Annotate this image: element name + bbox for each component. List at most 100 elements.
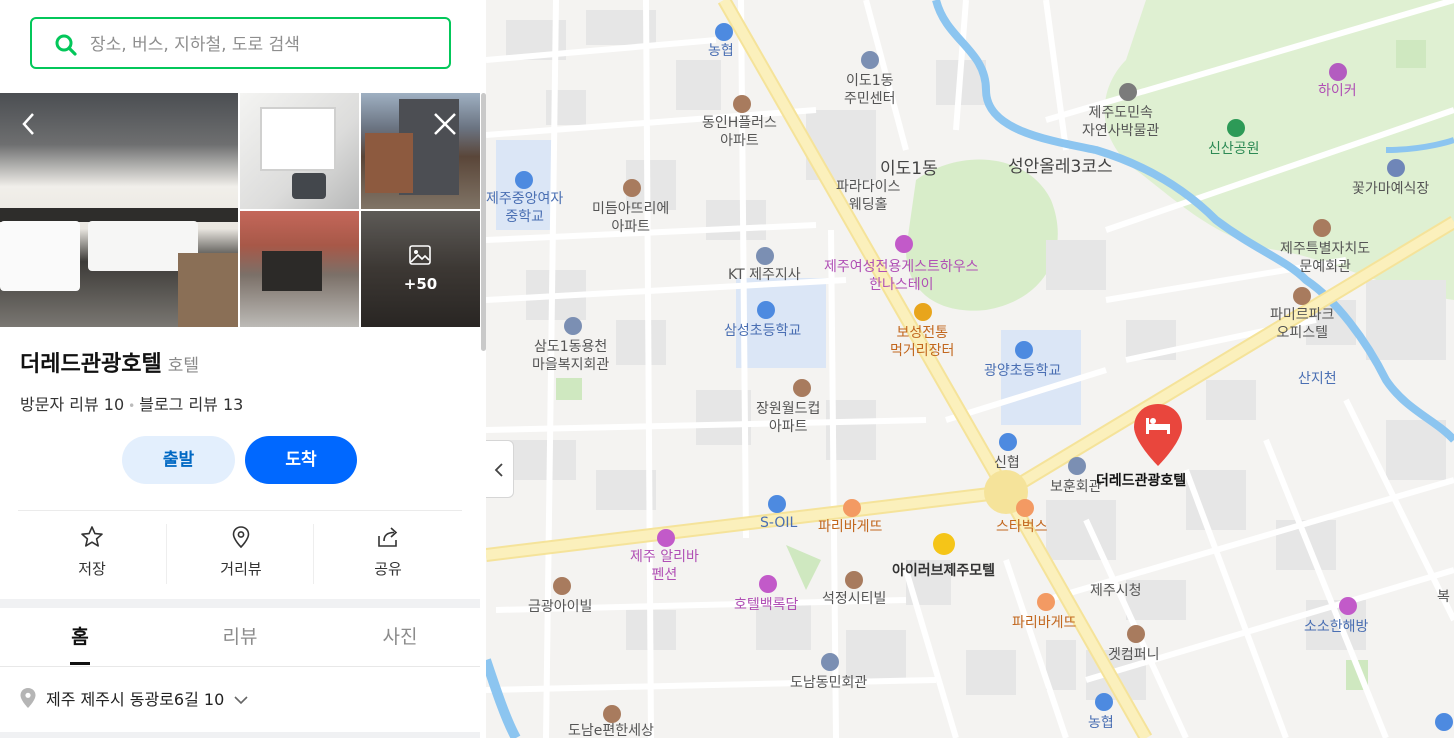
map-view[interactable]: 농협 이도1동 주민센터 제주도민속 자연사박물관 하이커 동인H플러스 아파트 신산… bbox=[486, 0, 1454, 738]
map-label-line: 중학교 bbox=[505, 209, 544, 225]
map-label-line: 아파트 bbox=[720, 133, 759, 149]
map-label[interactable]: 성안올레3코스 bbox=[1008, 158, 1113, 176]
map-label[interactable]: 보훈회관 bbox=[1050, 478, 1102, 496]
location-pin-icon bbox=[232, 526, 250, 549]
map-label-line: 보성전통 bbox=[896, 325, 948, 341]
photo-gallery: +50 bbox=[0, 93, 480, 327]
map-label[interactable]: 제주 알리바 펜션 bbox=[630, 548, 699, 584]
location-pin-icon bbox=[20, 688, 36, 708]
arrive-button[interactable]: 도착 bbox=[245, 436, 357, 484]
map-label[interactable]: 파리바게뜨 bbox=[1012, 614, 1076, 632]
image-icon bbox=[409, 245, 431, 265]
map-label[interactable]: 동인H플러스 아파트 bbox=[702, 114, 777, 150]
map-label[interactable]: 장원월드컵아파트 bbox=[756, 400, 820, 436]
map-label[interactable]: 제주시청 bbox=[1090, 582, 1142, 600]
map-label-line: 제주중앙여자 bbox=[486, 191, 564, 207]
map-label[interactable]: 호텔백록담 bbox=[734, 596, 798, 614]
map-label-line: 오피스텔 bbox=[1276, 325, 1328, 341]
more-photos-count: +50 bbox=[403, 275, 438, 293]
photo-room-window[interactable] bbox=[240, 93, 359, 209]
map-label[interactable]: 스타벅스 bbox=[996, 518, 1048, 536]
map-label[interactable]: 제주도민속 자연사박물관 bbox=[1082, 104, 1159, 140]
map-label[interactable]: 겟컴퍼니 bbox=[1108, 646, 1160, 664]
map-label[interactable]: 이도1동 bbox=[880, 160, 938, 178]
photo-entrance[interactable] bbox=[240, 211, 359, 327]
share-button[interactable]: 공유 bbox=[313, 524, 462, 584]
map-label-line: 파라다이스 bbox=[836, 179, 901, 195]
place-title: 더레드관광호텔 호텔 bbox=[20, 346, 199, 378]
divider bbox=[0, 666, 480, 667]
tab-review[interactable]: 리뷰 bbox=[166, 622, 314, 649]
street-view-label: 거리뷰 bbox=[220, 560, 262, 578]
map-label-line: 아파트 bbox=[611, 219, 650, 235]
map-label-line: 장원월드컵 bbox=[756, 401, 821, 417]
place-category: 호텔 bbox=[167, 356, 199, 376]
map-label-line: 문예회관 bbox=[1299, 259, 1351, 275]
map-label[interactable]: 도남e편한세상 bbox=[568, 722, 654, 738]
map-label[interactable]: 신협 bbox=[994, 454, 1020, 472]
depart-button[interactable]: 출발 bbox=[122, 436, 235, 484]
panel-collapse-button[interactable] bbox=[486, 440, 514, 498]
map-label[interactable]: 미듬아뜨리에 아파트 bbox=[592, 200, 669, 236]
place-panel: +50 더레드관광호텔호텔 방문자 리뷰 10•블로그 리뷰 13 출발 도착 … bbox=[0, 0, 487, 738]
close-icon[interactable] bbox=[430, 109, 460, 139]
blog-review-link[interactable]: 블로그 리뷰 13 bbox=[139, 395, 243, 414]
map-label[interactable]: 파리바게뜨 bbox=[818, 518, 882, 536]
search-input[interactable] bbox=[88, 29, 432, 61]
tab-home[interactable]: 홈 bbox=[6, 622, 154, 649]
hotel-map-label[interactable]: 더레드관광호텔 bbox=[1096, 472, 1186, 490]
map-label[interactable]: 이도1동주민센터 bbox=[844, 72, 896, 108]
address-row[interactable]: 제주 제주시 동광로6길 10 bbox=[20, 686, 248, 710]
map-label[interactable]: 보성전통먹거리장터 bbox=[890, 324, 954, 360]
map-label[interactable]: 삼성초등학교 bbox=[724, 322, 801, 340]
map-label-line: 자연사박물관 bbox=[1082, 123, 1160, 139]
map-label[interactable]: 농협 bbox=[708, 42, 734, 60]
map-label[interactable]: 파미르파크오피스텔 bbox=[1270, 306, 1334, 342]
map-label[interactable]: KT 제주지사 bbox=[728, 266, 801, 284]
map-label[interactable]: S-OIL bbox=[760, 514, 797, 532]
map-label[interactable]: 산지천 bbox=[1298, 370, 1337, 388]
review-summary: 방문자 리뷰 10 • 블로그 리뷰 13 bbox=[20, 391, 243, 415]
search-box[interactable] bbox=[30, 17, 451, 69]
section-gap bbox=[0, 599, 480, 608]
hotel-marker-icon[interactable] bbox=[1131, 402, 1185, 468]
divider bbox=[18, 510, 462, 511]
section-gap bbox=[0, 732, 480, 738]
map-label[interactable]: 소소한해방 bbox=[1304, 618, 1368, 636]
map-label-line: 제주 알리바 bbox=[630, 549, 699, 565]
map-label[interactable]: 금광아이빌 bbox=[528, 598, 592, 616]
photo-building[interactable] bbox=[361, 93, 480, 209]
map-label[interactable]: 석정시티빌 bbox=[822, 590, 886, 608]
map-label[interactable]: 아이러브제주모텔 bbox=[892, 562, 995, 580]
map-label[interactable]: 파라다이스 웨딩홀 bbox=[836, 178, 900, 214]
visitor-review-link[interactable]: 방문자 리뷰 10 bbox=[20, 395, 124, 414]
share-label: 공유 bbox=[374, 560, 402, 578]
map-label[interactable]: 삼도1동용천 마을복지회관 bbox=[532, 338, 609, 374]
map-label[interactable]: 제주여성전용게스트하우스 한나스테이 bbox=[824, 258, 979, 294]
active-tab-indicator bbox=[70, 662, 90, 665]
map-label[interactable]: 도남동민회관 bbox=[790, 674, 867, 692]
photo-more[interactable]: +50 bbox=[361, 211, 480, 327]
map-label-line: 제주특별자치도 bbox=[1280, 241, 1371, 257]
map-label[interactable]: 꽃가마예식장 bbox=[1352, 180, 1429, 198]
chevron-down-icon[interactable] bbox=[234, 695, 248, 705]
map-label-line: 한나스테이 bbox=[869, 277, 934, 293]
map-label[interactable]: 하이커 bbox=[1318, 82, 1357, 100]
save-button[interactable]: 저장 bbox=[18, 524, 166, 584]
map-label[interactable]: 복 bbox=[1437, 588, 1450, 606]
map-label-line: 이도1동 bbox=[845, 73, 894, 89]
map-label[interactable]: 농협 bbox=[1088, 714, 1114, 732]
map-label-line: 파미르파크 bbox=[1270, 307, 1335, 323]
map-label[interactable]: 제주특별자치도문예회관 bbox=[1280, 240, 1370, 276]
tab-photo[interactable]: 사진 bbox=[326, 622, 474, 649]
map-label-line: 주민센터 bbox=[844, 91, 896, 107]
map-label[interactable]: 제주중앙여자중학교 bbox=[486, 190, 563, 226]
map-label-line: 먹거리장터 bbox=[890, 343, 955, 359]
map-label[interactable]: 신산공원 bbox=[1208, 140, 1260, 158]
map-label[interactable]: 광양초등학교 bbox=[984, 362, 1061, 380]
chevron-left-icon[interactable] bbox=[14, 109, 44, 139]
street-view-button[interactable]: 거리뷰 bbox=[166, 524, 315, 584]
map-label-line: 아파트 bbox=[768, 419, 808, 435]
share-icon bbox=[378, 527, 398, 547]
map-label-line: 마을복지회관 bbox=[532, 357, 610, 373]
